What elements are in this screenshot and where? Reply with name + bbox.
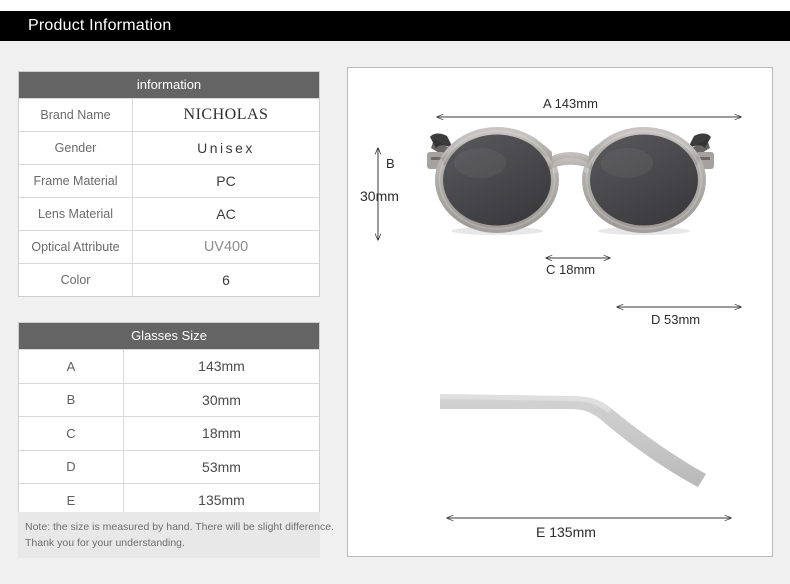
- row-value-brand-name: NICHOLAS: [183, 106, 269, 123]
- dimension-label-b: B: [386, 156, 395, 171]
- page-title: Product Information: [28, 17, 172, 34]
- row-value-frame-material: PC: [216, 173, 236, 189]
- row-value-color: 6: [222, 272, 230, 288]
- table-row: D 53mm: [19, 449, 319, 483]
- size-label-b: B: [19, 383, 124, 416]
- note-line-2: Thank you for your understanding.: [25, 537, 185, 549]
- dimension-label-e: E 135mm: [536, 524, 596, 540]
- size-value-c: 18mm: [202, 425, 241, 442]
- glasses-size-table-heading: Glasses Size: [19, 323, 319, 349]
- table-row: C 18mm: [19, 416, 319, 450]
- table-row: Brand Name NICHOLAS: [19, 98, 319, 131]
- size-label-c: C: [19, 417, 124, 450]
- row-value-lens-material: AC: [216, 206, 236, 222]
- glasses-size-table: Glasses Size A 143mm B 30mm C 18mm D 53m…: [18, 322, 320, 518]
- row-value-gender: Unisex: [197, 140, 255, 156]
- row-label-brand-name: Brand Name: [19, 99, 133, 131]
- row-label-gender: Gender: [19, 132, 133, 164]
- dimension-label-d: D 53mm: [651, 312, 701, 327]
- size-value-a: 143mm: [198, 358, 245, 375]
- product-diagram-panel: [347, 67, 773, 557]
- row-label-color: Color: [19, 264, 133, 296]
- header-bar: Product Information: [0, 11, 790, 41]
- row-label-lens-material: Lens Material: [19, 198, 133, 230]
- table-row: Gender Unisex: [19, 131, 319, 164]
- product-information-page: Product Information information Brand Na…: [0, 0, 790, 584]
- table-row: B 30mm: [19, 382, 319, 416]
- row-value-optical-attribute: UV400: [203, 239, 249, 255]
- table-row: Frame Material PC: [19, 164, 319, 197]
- information-table: information Brand Name NICHOLAS Gender U…: [18, 71, 320, 297]
- row-label-frame-material: Frame Material: [19, 165, 133, 197]
- size-value-d: 53mm: [202, 458, 241, 475]
- table-row: Lens Material AC: [19, 197, 319, 230]
- table-row: Optical Attribute UV400: [19, 230, 319, 263]
- row-label-optical-attribute: Optical Attribute: [19, 231, 133, 263]
- dimension-label-c: C 18mm: [546, 262, 596, 277]
- size-label-a: A: [19, 350, 124, 383]
- table-row: A 143mm: [19, 349, 319, 383]
- table-row: Color 6: [19, 263, 319, 296]
- information-table-heading: information: [19, 72, 319, 98]
- size-value-b: 30mm: [202, 391, 241, 408]
- top-white-strip: [0, 0, 790, 11]
- dimension-value-b: 30mm: [360, 188, 399, 204]
- dimension-label-a: A 143mm: [543, 96, 598, 111]
- note-line-1: Note: the size is measured by hand. Ther…: [25, 521, 334, 533]
- size-label-d: D: [19, 450, 124, 483]
- measurement-note: Note: the size is measured by hand. Ther…: [18, 512, 334, 558]
